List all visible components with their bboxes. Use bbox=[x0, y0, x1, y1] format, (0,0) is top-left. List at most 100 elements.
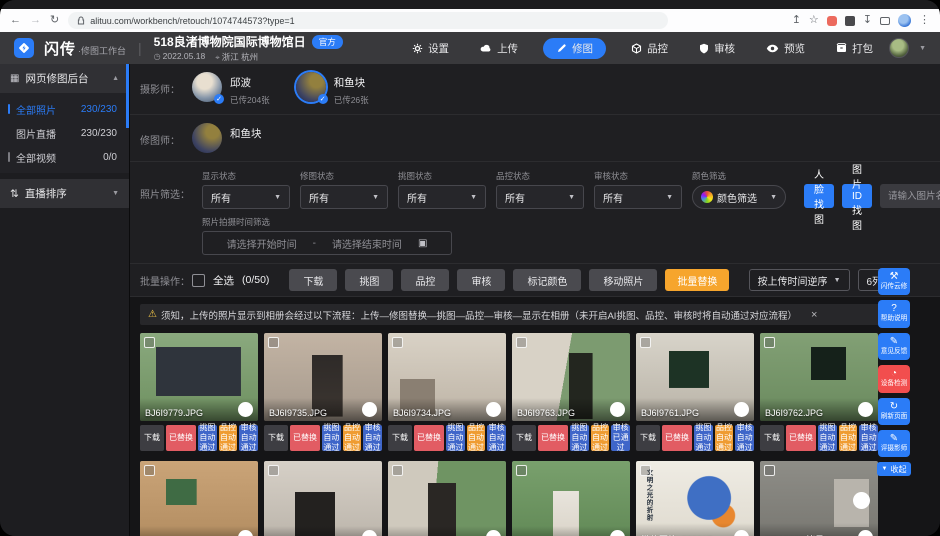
photo-thumbnail[interactable]: BJ6I9758.JPG bbox=[140, 461, 258, 536]
batch-replace-button[interactable]: 批量替换 bbox=[665, 269, 729, 291]
photographer-card[interactable]: ✓ 邱波 已传204张 bbox=[192, 72, 270, 106]
address-bar[interactable]: alituu.com/workbench/retouch/1074744573?… bbox=[68, 12, 668, 29]
share-icon[interactable]: ↥ bbox=[792, 15, 801, 26]
sidebar-group-live-sort[interactable]: ⇅ 直播排序 ▼ bbox=[0, 179, 129, 208]
photo-action-button[interactable]: 挑图自动通过 bbox=[818, 425, 837, 451]
sidebar-item-all-photos[interactable]: 全部照片 230/230 bbox=[0, 97, 129, 121]
batch-mark-color-button[interactable]: 标记颜色 bbox=[513, 269, 581, 291]
photo-action-button[interactable]: 挑图自动通过 bbox=[694, 425, 713, 451]
photo-action-button[interactable]: 已替换 bbox=[414, 425, 444, 451]
sidebar-scrollbar-thumb[interactable] bbox=[126, 64, 129, 128]
floating-tool-button[interactable]: ✎意见反馈 bbox=[878, 333, 910, 360]
expand-caret-icon[interactable]: ▼ bbox=[112, 190, 119, 197]
photo-thumbnail[interactable]: BJ6I9762.JPG bbox=[760, 333, 878, 421]
photo-select-checkbox[interactable] bbox=[392, 465, 403, 476]
photo-action-button[interactable]: 已替换 bbox=[538, 425, 568, 451]
back-icon[interactable]: ← bbox=[10, 15, 21, 26]
photo-select-checkbox[interactable] bbox=[640, 337, 651, 348]
nav-review[interactable]: 审核 bbox=[693, 38, 741, 59]
photo-action-button[interactable]: 下载 bbox=[140, 425, 164, 451]
photo-status-circle[interactable] bbox=[858, 402, 873, 417]
photo-status-circle[interactable] bbox=[610, 402, 625, 417]
photo-thumbnail[interactable]: BJ6I9779.JPG bbox=[140, 333, 258, 421]
photo-action-button[interactable]: 挑图自动通过 bbox=[322, 425, 341, 451]
nav-upload[interactable]: 上传 bbox=[474, 38, 524, 59]
photo-status-circle[interactable] bbox=[734, 402, 749, 417]
retouch-status-select[interactable]: 所有▼ bbox=[300, 185, 388, 209]
photo-thumbnail[interactable]: 文明之光的折射 微信图片_202205… bbox=[636, 461, 754, 536]
extensions-puzzle-icon[interactable] bbox=[845, 16, 855, 26]
photo-thumbnail[interactable]: BJ6I9756.JPG bbox=[512, 461, 630, 536]
photo-select-checkbox[interactable] bbox=[516, 337, 527, 348]
floating-tool-button[interactable]: ?帮助说明 bbox=[878, 300, 910, 327]
photo-action-button[interactable]: 品控自动通过 bbox=[839, 425, 858, 451]
nav-settings[interactable]: 设置 bbox=[406, 38, 455, 59]
bookmark-star-icon[interactable]: ☆ bbox=[809, 15, 819, 26]
photo-action-button[interactable]: 挑图自动通过 bbox=[198, 425, 217, 451]
floating-tool-button[interactable]: ✎评摄影师 bbox=[878, 430, 910, 457]
photo-action-button[interactable]: 审核自动通过 bbox=[859, 425, 878, 451]
notice-close-icon[interactable]: × bbox=[811, 309, 817, 321]
photo-action-button[interactable]: 已替换 bbox=[662, 425, 692, 451]
photo-status-circle[interactable] bbox=[238, 402, 253, 417]
floating-tool-button[interactable]: ↻刷新页面 bbox=[878, 398, 910, 425]
face-search-button[interactable]: 人脸找图 bbox=[804, 184, 834, 208]
display-status-select[interactable]: 所有▼ bbox=[202, 185, 290, 209]
photo-action-button[interactable]: 下载 bbox=[264, 425, 288, 451]
photo-select-checkbox[interactable] bbox=[516, 465, 527, 476]
chat-bubble-button[interactable] bbox=[853, 492, 870, 509]
photo-action-button[interactable]: 下载 bbox=[760, 425, 784, 451]
photo-action-button[interactable]: 下载 bbox=[636, 425, 660, 451]
batch-download-button[interactable]: 下载 bbox=[289, 269, 337, 291]
floating-tool-button[interactable]: ⚒闪传云修 bbox=[878, 268, 910, 295]
nav-preview[interactable]: 预览 bbox=[760, 38, 811, 59]
photo-action-button[interactable]: 已替换 bbox=[166, 425, 196, 451]
pick-status-select[interactable]: 所有▼ bbox=[398, 185, 486, 209]
photo-thumbnail[interactable]: BJ6I9735.JPG bbox=[264, 333, 382, 421]
start-time-placeholder[interactable]: 请选择开始时间 bbox=[227, 236, 297, 251]
photo-select-checkbox[interactable] bbox=[268, 465, 279, 476]
nav-retouch[interactable]: 修图 bbox=[543, 38, 606, 59]
retoucher-card[interactable]: 和鱼块 bbox=[192, 123, 262, 153]
photo-name-search-input[interactable] bbox=[880, 184, 940, 208]
collapse-caret-icon[interactable]: ▲ bbox=[112, 75, 119, 82]
capture-time-range-picker[interactable]: 请选择开始时间 - 请选择结束时间 ▣ bbox=[202, 231, 452, 255]
forward-icon[interactable]: → bbox=[30, 15, 41, 26]
photo-select-checkbox[interactable] bbox=[764, 337, 775, 348]
sidebar-item-photo-live[interactable]: 图片直播 230/230 bbox=[0, 121, 129, 145]
photo-action-button[interactable]: 品控自动通过 bbox=[591, 425, 610, 451]
nav-quality[interactable]: 品控 bbox=[625, 38, 674, 59]
photo-action-button[interactable]: 品控自动通过 bbox=[467, 425, 486, 451]
quality-status-select[interactable]: 所有▼ bbox=[496, 185, 584, 209]
batch-review-button[interactable]: 审核 bbox=[457, 269, 505, 291]
photo-status-circle[interactable] bbox=[362, 402, 377, 417]
photo-action-button[interactable]: 品控自动通过 bbox=[219, 425, 238, 451]
app-logo[interactable] bbox=[14, 38, 34, 58]
photo-action-button[interactable]: 品控自动通过 bbox=[343, 425, 362, 451]
image-id-search-button[interactable]: 图片ID找图 bbox=[842, 184, 872, 208]
photo-select-checkbox[interactable] bbox=[268, 337, 279, 348]
downloads-icon[interactable]: ↧ bbox=[863, 15, 872, 26]
batch-quality-button[interactable]: 品控 bbox=[401, 269, 449, 291]
photo-action-button[interactable]: 已替换 bbox=[786, 425, 816, 451]
photo-action-button[interactable]: 审核自动通过 bbox=[735, 425, 754, 451]
end-time-placeholder[interactable]: 请选择结束时间 bbox=[332, 236, 402, 251]
photo-select-checkbox[interactable] bbox=[144, 337, 155, 348]
sidebar-group-retouch-backend[interactable]: ▦ 网页修图后台 ▲ bbox=[0, 64, 129, 93]
nav-package[interactable]: 打包 bbox=[830, 38, 879, 59]
photo-thumbnail[interactable]: BJ6I9761.JPG bbox=[636, 333, 754, 421]
photo-action-button[interactable]: 下载 bbox=[512, 425, 536, 451]
browser-menu-icon[interactable]: ⋮ bbox=[919, 15, 930, 26]
photo-select-checkbox[interactable] bbox=[144, 465, 155, 476]
photo-action-button[interactable]: 审核已通过 bbox=[611, 425, 630, 451]
select-all-checkbox[interactable] bbox=[192, 274, 205, 287]
photo-action-button[interactable]: 挑图自动通过 bbox=[446, 425, 465, 451]
sidebar-item-all-videos[interactable]: 全部视频 0/0 bbox=[0, 145, 129, 169]
photo-thumbnail[interactable]: BJ6I9734.JPG bbox=[388, 333, 506, 421]
photo-select-checkbox[interactable] bbox=[640, 465, 651, 476]
photo-action-button[interactable]: 下载 bbox=[388, 425, 412, 451]
sort-order-dropdown[interactable]: 按上传时间逆序▼ bbox=[749, 269, 850, 291]
photo-action-button[interactable]: 品控自动通过 bbox=[715, 425, 734, 451]
review-status-select[interactable]: 所有▼ bbox=[594, 185, 682, 209]
photo-thumbnail[interactable]: BJ6I9755.JPG bbox=[388, 461, 506, 536]
